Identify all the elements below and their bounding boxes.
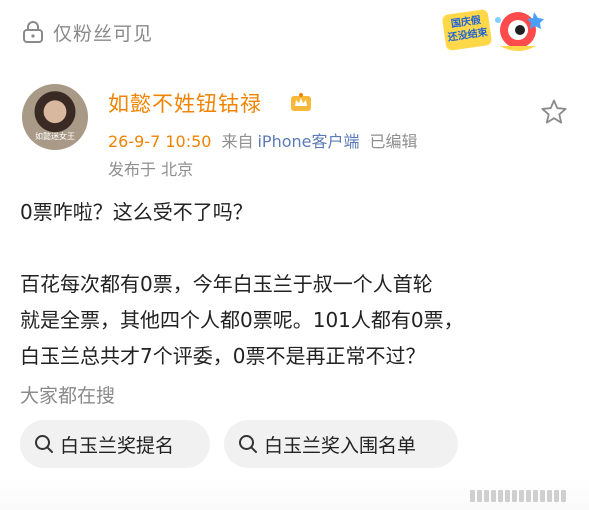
post-location: 发布于 北京 (108, 160, 194, 179)
trending-title: 大家都在搜 (20, 385, 116, 407)
watermark-decoration (470, 487, 582, 502)
trending-chip[interactable]: 白玉兰奖提名 (20, 420, 210, 468)
device-link[interactable]: iPhone客户端 (257, 132, 359, 151)
author-name[interactable]: 如懿不姓钮钴禄 (108, 88, 262, 118)
source-prefix: 来自 (221, 132, 254, 151)
lock-icon (23, 21, 43, 43)
body-line-blank (20, 230, 575, 266)
body-line: 百花每次都有0票，今年白玉兰于叔一个人首轮 (20, 272, 433, 296)
promo-tag-text: 国庆假 还没结束 (447, 15, 489, 44)
post-time: 26-9-7 10:50 (108, 132, 212, 151)
post-body: 0票咋啦？这么受不了吗？ 百花每次都有0票，今年白玉兰于叔一个人首轮 就是全票，… (20, 194, 575, 374)
search-icon (35, 435, 53, 453)
body-line: 就是全票，其他四个人都0票呢。101人都有0票， (20, 308, 464, 332)
edited-label[interactable]: 已编辑 (370, 132, 418, 151)
visibility-label: 仅粉丝可见 (53, 23, 154, 45)
body-line: 0票咋啦？这么受不了吗？ (20, 200, 253, 224)
top-bar: 仅粉丝可见 国庆假 还没结束 (0, 0, 589, 62)
avatar-caption: 如懿迷女王 (35, 132, 75, 141)
star-icon[interactable] (540, 98, 568, 126)
trending-chip[interactable]: 白玉兰奖入围名单 (224, 420, 458, 468)
body-line: 白玉兰总共才7个评委，0票不是再正常不过？ (20, 344, 426, 368)
promo-banner[interactable]: 国庆假 还没结束 (440, 4, 555, 56)
avatar[interactable]: 如懿迷女王 (22, 84, 88, 150)
mascot-illustration (495, 12, 544, 51)
promo-tag: 国庆假 还没结束 (441, 8, 493, 52)
trending-chip-label: 白玉兰奖入围名单 (264, 434, 417, 457)
vip-crown-icon (291, 93, 311, 111)
search-icon (239, 435, 257, 453)
trending-chip-label: 白玉兰奖提名 (60, 434, 175, 457)
post-header: 如懿迷女王 如懿不姓钮钴禄 26-9-7 10:50 来自 iPhone客户端 已编辑… (22, 84, 567, 184)
post-meta: 26-9-7 10:50 来自 iPhone客户端 已编辑 (108, 128, 428, 152)
